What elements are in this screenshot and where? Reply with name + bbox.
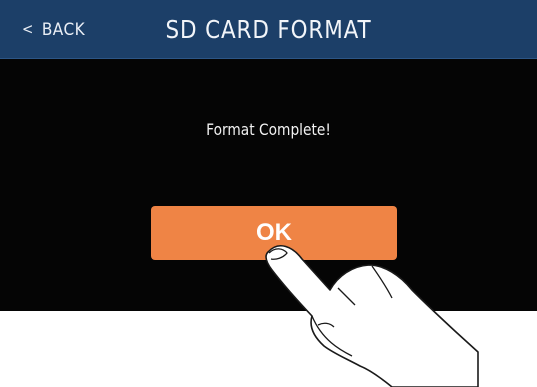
back-chevron-icon: < <box>22 20 34 38</box>
ok-button[interactable]: OK <box>151 206 397 260</box>
page-title: SD CARD FORMAT <box>165 15 372 44</box>
status-message: Format Complete! <box>206 120 331 139</box>
title-bar: < BACK SD CARD FORMAT <box>0 0 537 59</box>
device-screen: < BACK SD CARD FORMAT Format Complete! O… <box>0 0 537 311</box>
ok-button-label: OK <box>256 219 292 246</box>
